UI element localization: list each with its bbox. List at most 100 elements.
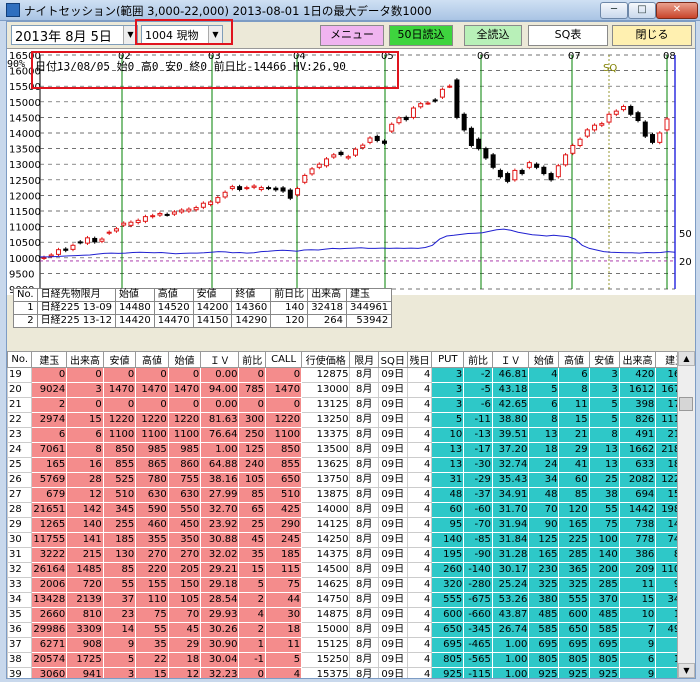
options-row[interactable]: 28 21651 142 345 590 550 32.70 65 425 14000 8月 09日 4… bbox=[7, 502, 695, 518]
options-cell: 1100 bbox=[265, 427, 303, 443]
futures-row[interactable]: 2 日経225 13-12 14420 14470 14150 14290 120 264 53… bbox=[13, 314, 393, 328]
options-row[interactable]: 25 165 16 855 865 860 64.88 240 855 13625 8月 09日 4 13… bbox=[7, 457, 695, 473]
options-row[interactable]: 36 29986 3309 14 55 45 30.26 2 18 15000 8月 09日 4 650-… bbox=[7, 622, 695, 638]
options-cell: 4 bbox=[406, 397, 433, 413]
options-row[interactable]: 30 11755 141 185 355 350 30.88 45 245 14250 8月 09日 4… bbox=[7, 532, 695, 548]
options-cell: 5769 bbox=[31, 472, 68, 488]
options-header-cell[interactable]: 始値 bbox=[528, 351, 560, 368]
futures-header-cell[interactable]: 始値 bbox=[114, 288, 155, 302]
options-cell: 14000 bbox=[301, 502, 351, 518]
options-row[interactable]: 32 26164 1485 85 220 205 29.21 15 115 14500 8月 09日 4… bbox=[7, 562, 695, 578]
futures-header-cell[interactable]: No. bbox=[13, 288, 38, 302]
options-row[interactable]: 29 1265 140 255 460 450 23.92 25 290 14125 8月 09日 4 9… bbox=[7, 517, 695, 533]
options-cell: 3 bbox=[431, 382, 465, 398]
options-header-cell[interactable]: 限月 bbox=[349, 351, 379, 368]
candle-body bbox=[425, 102, 431, 105]
options-row[interactable]: 20 9024 3 1470 1470 1470 94.00 785 1470 13000 8月 09… bbox=[7, 382, 695, 398]
options-cell: 13428 bbox=[31, 592, 68, 608]
options-cell: 3 bbox=[102, 667, 137, 678]
futures-header-cell[interactable]: 建玉 bbox=[345, 288, 393, 302]
options-header-cell[interactable]: 出来高 bbox=[66, 351, 104, 368]
options-header-cell[interactable]: 安値 bbox=[588, 351, 620, 368]
options-header-cell[interactable]: 建玉 bbox=[31, 351, 68, 368]
close-window-button[interactable]: ✕ bbox=[656, 2, 698, 19]
options-row[interactable]: 33 2006 720 55 155 150 29.18 5 75 14625 8月 09日 4 320-… bbox=[7, 577, 695, 593]
options-row[interactable]: 27 679 12 510 630 630 27.99 85 510 13875 8月 09日 4 48-… bbox=[7, 487, 695, 503]
minimize-button[interactable]: ─ bbox=[600, 2, 628, 19]
options-cell: 590 bbox=[135, 502, 169, 518]
options-row[interactable]: 23 6 6 1100 1100 1100 76.64 250 1100 13375 8月 09日 4 1… bbox=[7, 427, 695, 443]
options-header-cell[interactable]: ＩＶ bbox=[200, 351, 240, 368]
options-row[interactable]: 24 7061 8 850 985 985 1.00 125 850 13500 8月 09日 4 13-… bbox=[7, 442, 695, 458]
options-cell: 48 bbox=[431, 487, 465, 503]
options-cell: -17 bbox=[463, 442, 493, 458]
read-50-days-button[interactable]: 50日読込 bbox=[389, 25, 453, 46]
options-row[interactable]: 34 13428 2139 37 110 105 28.54 2 44 14750 8月 09日 4 55… bbox=[7, 592, 695, 608]
options-panel[interactable]: No. 建玉 出来高 安値 高値 始値 ＩＶ 前比 CALL 行使価格 限月 SQ日 残日 PUT 前比 ＩＶ… bbox=[7, 351, 695, 678]
options-header-cell[interactable]: ＩＶ bbox=[491, 351, 530, 368]
close-button[interactable]: 閉じる bbox=[612, 25, 692, 46]
options-header-cell[interactable]: 高値 bbox=[558, 351, 590, 368]
scroll-down-icon[interactable]: ▼ bbox=[678, 663, 695, 678]
options-header-cell[interactable]: CALL bbox=[265, 351, 303, 368]
candle-body bbox=[244, 187, 250, 190]
options-cell: 4 bbox=[406, 517, 433, 533]
sq-table-button[interactable]: SQ表 bbox=[528, 25, 608, 46]
futures-header-cell[interactable]: 日経先物限月 bbox=[36, 288, 116, 302]
options-cell: 300 bbox=[238, 412, 267, 428]
futures-header-cell[interactable]: 終値 bbox=[231, 288, 272, 302]
options-cell: 4 bbox=[406, 547, 433, 563]
options-row[interactable]: 37 6271 908 9 35 29 30.90 1 11 15125 8月 09日 4 695 -465… bbox=[7, 637, 695, 653]
options-cell: 1265 bbox=[31, 517, 68, 533]
candle-body bbox=[70, 244, 76, 250]
options-cell: 5 bbox=[102, 652, 137, 668]
options-header-cell[interactable]: 安値 bbox=[102, 351, 137, 368]
vertical-scrollbar[interactable]: ▲ ▼ bbox=[677, 351, 695, 678]
options-row[interactable]: 38 20574 1725 5 22 18 30.04 -1 5 15250 8月 09日 4 805 -5… bbox=[7, 652, 695, 668]
options-cell: 985 bbox=[167, 442, 202, 458]
options-cell: 35.43 bbox=[491, 472, 530, 488]
scroll-up-icon[interactable]: ▲ bbox=[678, 351, 695, 366]
options-row[interactable]: 21200000.0000131258月09日43-642.6561153981… bbox=[7, 397, 695, 413]
options-cell: 94.00 bbox=[200, 382, 240, 398]
scroll-thumb[interactable] bbox=[679, 397, 693, 411]
y-tick-label: 13000 bbox=[9, 160, 41, 171]
options-cell: 2082 bbox=[618, 472, 657, 488]
futures-header-cell[interactable]: 出来高 bbox=[307, 288, 347, 302]
options-cell: 6 bbox=[528, 397, 560, 413]
options-header-cell[interactable]: No. bbox=[7, 351, 33, 368]
menu-button[interactable]: メニュー bbox=[320, 25, 384, 46]
options-row[interactable]: 26 5769 28 525 780 755 38.16 105 650 13750 8月 09日 4 3… bbox=[7, 472, 695, 488]
options-cell: -140 bbox=[463, 562, 493, 578]
date-picker[interactable]: 2013年 8月 5日 ▼ bbox=[11, 25, 138, 45]
options-cell: 09日 bbox=[377, 607, 408, 623]
options-header-cell[interactable]: 行使価格 bbox=[301, 351, 351, 368]
candle-body bbox=[526, 162, 532, 168]
options-header-cell[interactable]: PUT bbox=[431, 351, 465, 368]
futures-cell: 344961 bbox=[345, 301, 393, 315]
options-row[interactable]: 31 3222 215 130 270 270 32.02 35 185 14375 8月 09日 4 1… bbox=[7, 547, 695, 563]
options-header-cell[interactable]: 前比 bbox=[238, 351, 267, 368]
futures-header-cell[interactable]: 前日比 bbox=[270, 288, 309, 302]
options-header-cell[interactable]: SQ日 bbox=[377, 351, 408, 368]
options-cell: 650 bbox=[265, 472, 303, 488]
options-cell: 8月 bbox=[349, 622, 379, 638]
options-header-cell[interactable]: 出来高 bbox=[618, 351, 657, 368]
options-row[interactable]: 19000000.0000128758月09日43-246.8146342016… bbox=[7, 367, 695, 383]
futures-row[interactable]: 1 日経225 13-09 14480 14520 14200 14360 140 32418… bbox=[13, 301, 393, 315]
date-value: 2013年 8月 5日 bbox=[15, 30, 112, 45]
candle-body bbox=[215, 197, 221, 203]
options-row[interactable]: 39 3060 941 3 15 12 32.23 0 4 15375 8月 09日 4 925 -115 1… bbox=[7, 667, 695, 678]
read-all-button[interactable]: 全読込 bbox=[464, 25, 522, 46]
options-cell: 13 bbox=[528, 427, 560, 443]
options-row[interactable]: 22 2974 15 1220 1220 1220 81.63 300 1220 13250 8月 0… bbox=[7, 412, 695, 428]
options-header-cell[interactable]: 残日 bbox=[406, 351, 433, 368]
futures-header-cell[interactable]: 安値 bbox=[192, 288, 233, 302]
options-cell: 365 bbox=[558, 562, 590, 578]
options-header-cell[interactable]: 前比 bbox=[463, 351, 493, 368]
options-header-cell[interactable]: 始値 bbox=[167, 351, 202, 368]
options-row[interactable]: 35 2660 810 23 75 70 29.93 4 30 14875 8月 09日 4 600 -66… bbox=[7, 607, 695, 623]
options-header-cell[interactable]: 高値 bbox=[135, 351, 169, 368]
futures-header-cell[interactable]: 高値 bbox=[153, 288, 194, 302]
maximize-button[interactable]: □ bbox=[628, 2, 656, 19]
